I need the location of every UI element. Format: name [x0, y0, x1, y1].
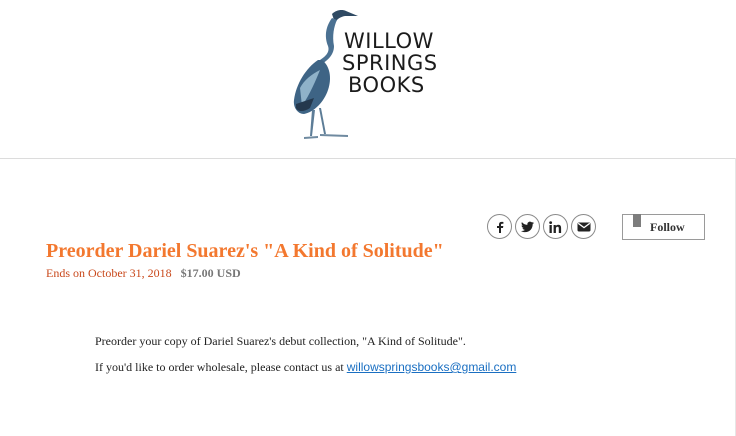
logo-line-1: WILLOW	[344, 29, 434, 53]
follow-button[interactable]: Follow	[622, 214, 705, 240]
share-email-button[interactable]	[571, 214, 596, 239]
email-link[interactable]: willowspringsbooks@gmail.com	[347, 360, 517, 374]
site-logo[interactable]: WILLOW SPRINGS BOOKS	[288, 4, 438, 140]
end-date: Ends on October 31, 2018	[46, 266, 172, 280]
logo-wordmark: WILLOW SPRINGS BOOKS	[342, 30, 438, 96]
share-twitter-button[interactable]	[515, 214, 540, 239]
follow-label: Follow	[650, 220, 685, 234]
site-header: WILLOW SPRINGS BOOKS	[0, 0, 736, 159]
email-icon	[577, 222, 590, 231]
description-paragraph-2: If you'd like to order wholesale, please…	[95, 359, 516, 375]
facebook-icon	[496, 221, 503, 233]
product-title: Preorder Dariel Suarez's "A Kind of Soli…	[46, 240, 444, 262]
price: $17.00 USD	[180, 266, 241, 280]
wholesale-text: If you'd like to order wholesale, please…	[95, 360, 347, 374]
share-facebook-button[interactable]	[487, 214, 512, 239]
logo-line-2: SPRINGS	[342, 51, 438, 75]
share-bar	[487, 214, 596, 239]
page: WILLOW SPRINGS BOOKS Follow Preorder Dar…	[0, 0, 736, 436]
twitter-icon	[521, 221, 534, 232]
bookmark-icon	[633, 214, 641, 227]
product-description: Preorder your copy of Dariel Suarez's de…	[95, 333, 516, 375]
linkedin-icon	[548, 220, 561, 233]
description-paragraph-1: Preorder your copy of Dariel Suarez's de…	[95, 334, 466, 348]
share-linkedin-button[interactable]	[543, 214, 568, 239]
logo-line-3: BOOKS	[348, 73, 425, 97]
product-meta: Ends on October 31, 2018 $17.00 USD	[46, 266, 241, 281]
